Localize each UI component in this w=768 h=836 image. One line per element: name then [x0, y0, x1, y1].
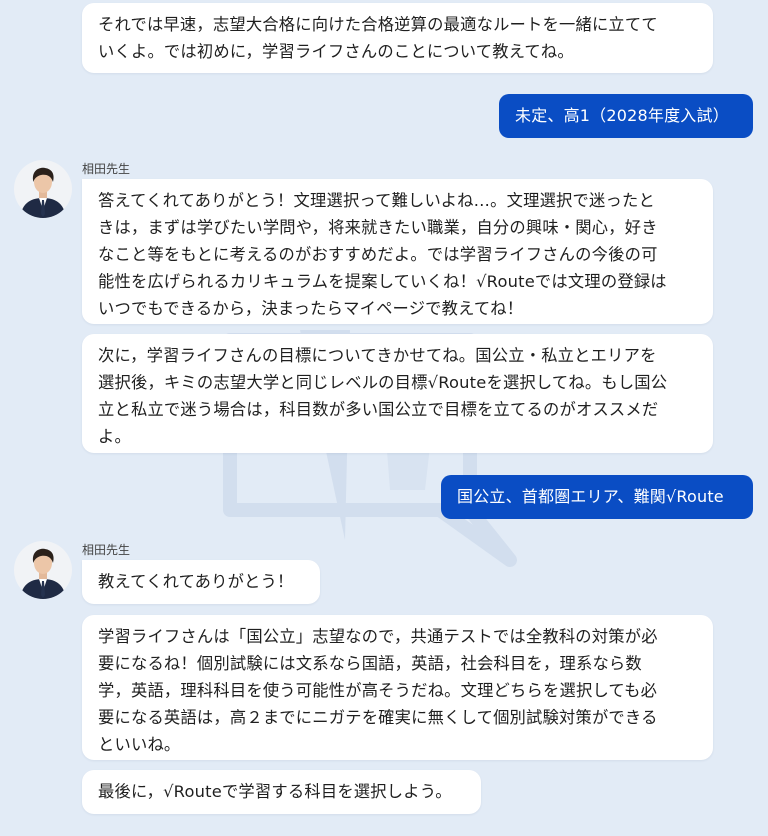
- teacher-message: それでは早速，志望大合格に向けた合格逆算の最適なルートを一緒に立てて いくよ。で…: [82, 3, 713, 73]
- message-line: 学，英語，理科科目を使う可能性が高そうだね。文理どちらを選択しても必: [98, 681, 658, 700]
- message-line: 教えてくれてありがとう！: [98, 572, 294, 591]
- message-line: 要になるね！個別試験には文系なら国語，英語，社会科目を，理系なら数: [98, 654, 642, 673]
- teacher-message: 最後に，√Routeで学習する科目を選択しよう。: [82, 770, 481, 814]
- message-line: 要になる英語は，高２までにニガテを確実に無くして個別試験対策ができる: [98, 708, 658, 727]
- message-line: 能性を広げられるカリキュラムを提案していくね！√Routeでは文理の登録は: [98, 272, 667, 291]
- teacher-name: 相田先生: [82, 162, 131, 176]
- teacher-avatar: [14, 541, 72, 599]
- teacher-message: 学習ライフさんは「国公立」志望なので，共通テストでは全教科の対策が必 要になるね…: [82, 615, 713, 760]
- teacher-message: 次に，学習ライフさんの目標についてきかせてね。国公立・私立とエリアを 選択後，キ…: [82, 334, 713, 453]
- message-line: なこと等をもとに考えるのがおすすめだよ。では学習ライフさんの今後の可: [98, 245, 658, 264]
- user-message: 未定、高1（2028年度入試）: [499, 94, 753, 138]
- message-line: 最後に，√Routeで学習する科目を選択しよう。: [98, 782, 452, 801]
- user-message: 国公立、首都圏エリア、難関√Route: [441, 475, 753, 519]
- message-line: いつでもできるから，決まったらマイページで教えてね！: [98, 299, 524, 318]
- message-line: といいね。: [98, 735, 181, 754]
- teacher-message: 答えてくれてありがとう！文理選択って難しいよね…。文理選択で迷ったと きは，まず…: [82, 179, 713, 324]
- teacher-avatar: [14, 160, 72, 218]
- teacher-message: 教えてくれてありがとう！: [82, 560, 320, 604]
- message-line: 答えてくれてありがとう！文理選択って難しいよね…。文理選択で迷ったと: [98, 191, 655, 210]
- message-line: いくよ。では初めに，学習ライフさんのことについて教えてね。: [98, 42, 574, 61]
- message-line: よ。: [98, 427, 131, 446]
- teacher-name: 相田先生: [82, 543, 131, 557]
- message-line: 立と私立で迷う場合は，科目数が多い国公立で目標を立てるのがオススメだ: [98, 400, 659, 419]
- message-line: それでは早速，志望大合格に向けた合格逆算の最適なルートを一緒に立てて: [98, 15, 658, 34]
- message-line: 選択後，キミの志望大学と同じレベルの目標√Routeを選択してね。もし国公: [98, 373, 668, 392]
- message-line: 学習ライフさんは「国公立」志望なので，共通テストでは全教科の対策が必: [98, 627, 658, 646]
- message-line: きは，まずは学びたい学問や，将来就きたい職業，自分の興味・関心，好き: [98, 218, 658, 237]
- message-line: 次に，学習ライフさんの目標についてきかせてね。国公立・私立とエリアを: [98, 346, 657, 365]
